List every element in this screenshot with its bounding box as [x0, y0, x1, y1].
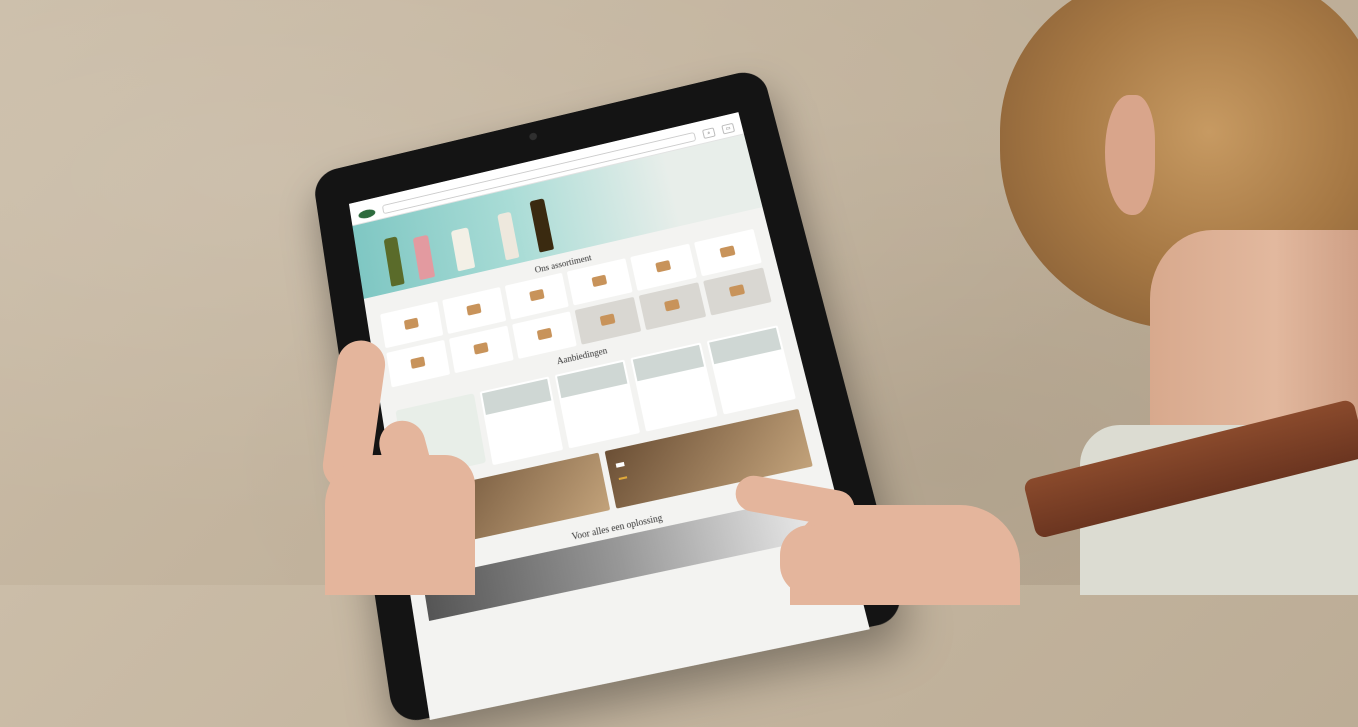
offer-image: [632, 344, 705, 382]
category-image: [591, 274, 608, 287]
category-tile[interactable]: [703, 267, 772, 316]
search-icon[interactable]: ⌕: [701, 127, 716, 139]
bottle-image: [497, 211, 520, 261]
category-image: [599, 312, 616, 326]
category-image: [536, 327, 552, 340]
category-image: [403, 317, 419, 330]
category-image: [410, 355, 426, 369]
bottle-image: [529, 198, 555, 253]
category-tile[interactable]: [511, 311, 578, 359]
category-image: [528, 288, 545, 301]
tablet-camera: [528, 132, 538, 141]
left-hand: [325, 455, 475, 595]
bottle-image: [450, 227, 476, 272]
category-image: [719, 244, 736, 258]
cart-icon[interactable]: ▭: [721, 122, 736, 135]
tablet-screen[interactable]: ⌕ ▭ Ons assortiment Aanbiedingen Voor al…: [348, 112, 870, 721]
category-image: [465, 302, 482, 316]
person-ear: [1105, 95, 1155, 215]
banner-button[interactable]: [618, 476, 628, 481]
offer-image: [709, 327, 782, 365]
category-tile[interactable]: [386, 339, 450, 388]
category-image: [472, 341, 489, 355]
banner-label: [615, 461, 625, 468]
offer-image: [481, 378, 552, 415]
offer-card[interactable]: [630, 342, 718, 432]
category-image: [655, 259, 672, 273]
tablet-device: ⌕ ▭ Ons assortiment Aanbiedingen Voor al…: [312, 67, 907, 726]
category-image: [728, 283, 746, 297]
offer-image: [557, 361, 628, 399]
offer-card[interactable]: [479, 376, 564, 466]
bottle-image: [383, 236, 405, 287]
offer-card[interactable]: [706, 325, 796, 415]
tablet-group: ⌕ ▭ Ons assortiment Aanbiedingen Voor al…: [200, 67, 907, 726]
category-tile[interactable]: [575, 296, 642, 345]
bottle-image: [412, 234, 436, 281]
offer-card[interactable]: [554, 359, 641, 449]
category-tile[interactable]: [638, 282, 707, 331]
category-image: [664, 298, 681, 312]
site-logo[interactable]: [357, 207, 376, 220]
category-tile[interactable]: [448, 325, 514, 374]
